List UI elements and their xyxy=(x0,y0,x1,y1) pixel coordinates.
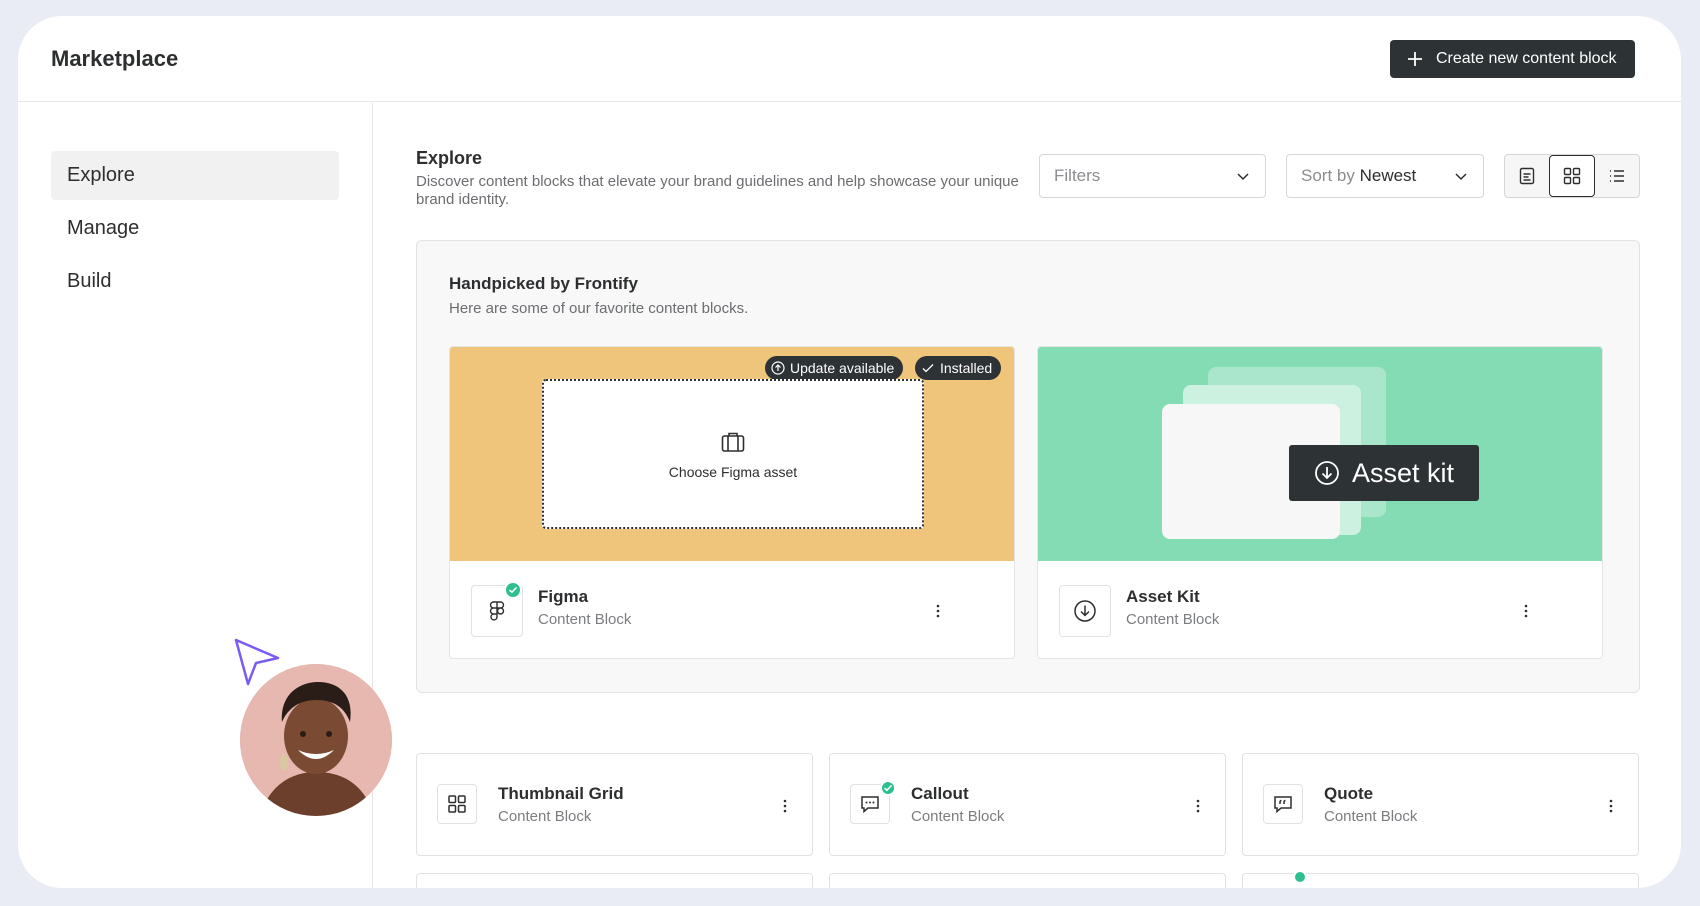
card-footer: Asset Kit Content Block xyxy=(1038,561,1602,658)
block-card-quote[interactable]: Quote Content Block xyxy=(1242,753,1639,856)
block-card[interactable] xyxy=(1242,870,1639,888)
block-type: Content Block xyxy=(1324,808,1418,825)
asset-kit-label: Asset kit xyxy=(1289,445,1479,501)
kebab-menu-icon xyxy=(1196,799,1200,813)
view-grid-button[interactable] xyxy=(1549,155,1595,197)
sidebar-item-build[interactable]: Build xyxy=(51,257,339,306)
check-icon xyxy=(922,364,934,373)
featured-card-figma[interactable]: Update available Installed Choose Figma … xyxy=(449,346,1015,659)
block-name: Figma xyxy=(538,587,589,606)
installed-badge-label: Installed xyxy=(940,360,993,376)
list-icon xyxy=(1610,170,1624,182)
asset-kit-preview-text: Asset kit xyxy=(1351,457,1455,488)
main-content: Explore Discover content blocks that ele… xyxy=(374,103,1681,888)
page-description: Discover content blocks that elevate you… xyxy=(416,173,1019,208)
view-document-button[interactable] xyxy=(1505,155,1549,197)
app-title: Marketplace xyxy=(51,46,179,71)
block-type: Content Block xyxy=(498,808,592,825)
grid-icon xyxy=(1563,167,1581,185)
filters-label: Filters xyxy=(1054,166,1101,185)
featured-card-asset-kit[interactable]: Asset kit Asset Kit Content Block xyxy=(1037,346,1603,659)
sort-dropdown[interactable]: Sort by Newest xyxy=(1286,154,1484,198)
block-type: Content Block xyxy=(911,808,1005,825)
more-options-button[interactable] xyxy=(775,794,795,818)
block-card-callout[interactable]: Callout Content Block xyxy=(829,753,1226,856)
card-preview: Update available Installed Choose Figma … xyxy=(450,347,1014,561)
thumbnail-grid-block-icon xyxy=(437,784,477,824)
collaborator-avatar xyxy=(240,664,392,816)
create-button-label: Create new content block xyxy=(1436,50,1617,67)
figma-icon xyxy=(489,601,505,621)
more-options-button[interactable] xyxy=(928,599,948,623)
installed-badge: Installed xyxy=(915,356,1002,380)
block-name: Callout xyxy=(911,784,969,803)
download-circle-icon xyxy=(1074,600,1096,622)
asset-kit-block-icon xyxy=(1059,585,1111,637)
view-list-button[interactable] xyxy=(1595,155,1639,197)
arrow-up-circle-icon xyxy=(771,361,785,375)
installed-check-icon xyxy=(1293,870,1307,884)
more-options-button[interactable] xyxy=(1601,794,1621,818)
filters-dropdown[interactable]: Filters xyxy=(1039,154,1266,198)
kebab-menu-icon xyxy=(783,799,787,813)
block-name: Thumbnail Grid xyxy=(498,784,624,803)
chat-icon xyxy=(861,796,879,814)
more-options-button[interactable] xyxy=(1516,599,1536,623)
block-card[interactable] xyxy=(416,873,813,888)
card-preview: Asset kit xyxy=(1038,347,1602,561)
create-content-block-button[interactable]: Create new content block xyxy=(1390,40,1635,78)
plus-icon xyxy=(1408,52,1422,66)
sort-value: Newest xyxy=(1359,166,1417,185)
choose-figma-asset-dropzone[interactable]: Choose Figma asset xyxy=(542,379,924,529)
dropzone-label: Choose Figma asset xyxy=(668,464,798,480)
quote-block-icon xyxy=(1263,784,1303,824)
block-card[interactable] xyxy=(829,873,1226,888)
briefcase-icon xyxy=(721,432,745,452)
block-name: Quote xyxy=(1324,784,1374,803)
device-frame: Marketplace Create new content block Exp… xyxy=(0,0,1700,906)
installed-check-icon xyxy=(504,581,522,599)
handpicked-section: Handpicked by Frontify Here are some of … xyxy=(416,240,1640,693)
update-badge-label: Update available xyxy=(790,360,895,376)
kebab-menu-icon xyxy=(1524,604,1528,618)
page-title: Explore xyxy=(416,148,483,168)
kebab-menu-icon xyxy=(1609,799,1613,813)
chevron-down-icon xyxy=(1237,173,1249,181)
installed-check-icon xyxy=(880,780,896,796)
card-footer: Figma Content Block xyxy=(450,561,1014,658)
sidebar-item-explore[interactable]: Explore xyxy=(51,151,339,200)
document-icon xyxy=(1519,167,1535,185)
view-mode-toggle xyxy=(1504,154,1640,198)
update-available-badge: Update available xyxy=(765,356,904,380)
more-options-button[interactable] xyxy=(1188,794,1208,818)
block-name: Asset Kit xyxy=(1126,587,1200,606)
top-bar: Marketplace Create new content block xyxy=(18,16,1681,102)
sort-prefix: Sort by xyxy=(1301,166,1355,185)
download-circle-icon xyxy=(1315,461,1339,485)
section-title: Handpicked by Frontify xyxy=(449,274,638,293)
sidebar-item-manage[interactable]: Manage xyxy=(51,204,339,253)
grid-icon xyxy=(448,795,466,813)
block-type: Content Block xyxy=(538,611,632,628)
section-subtitle: Here are some of our favorite content bl… xyxy=(449,300,749,317)
chevron-down-icon xyxy=(1455,173,1467,181)
block-card-thumbnail-grid[interactable]: Thumbnail Grid Content Block xyxy=(416,753,813,856)
block-type: Content Block xyxy=(1126,611,1220,628)
quote-icon xyxy=(1274,796,1292,814)
kebab-menu-icon xyxy=(936,604,940,618)
